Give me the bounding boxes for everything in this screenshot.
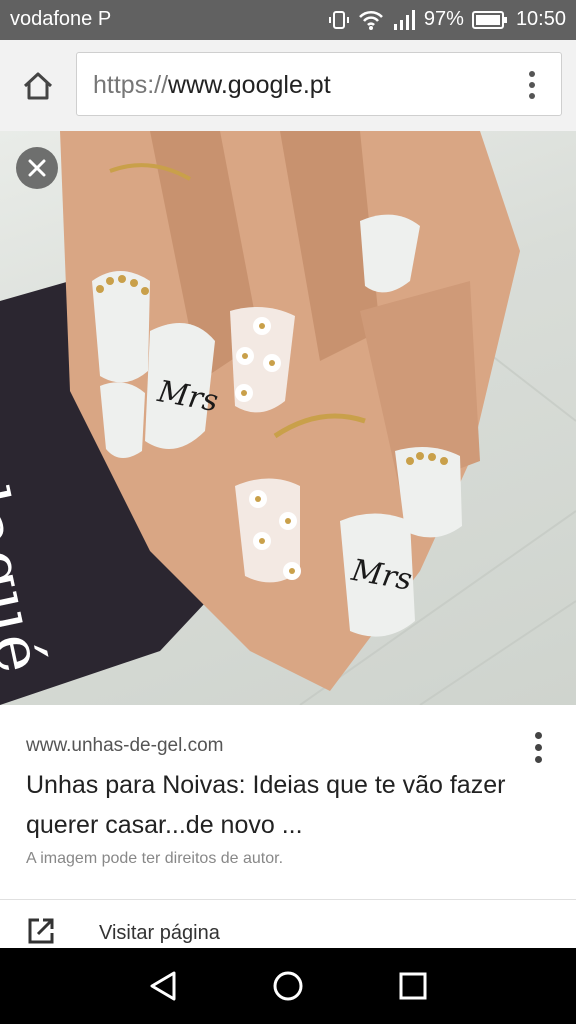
signal-icon [392, 9, 416, 31]
nail-photo: Mrs Mrs [0, 131, 576, 705]
copyright-notice: A imagem pode ter direitos de autor. [26, 850, 284, 867]
open-external-icon [26, 916, 56, 951]
result-domain[interactable]: www.unhas-de-gel.com [26, 735, 223, 757]
browser-toolbar: https://www.google.pt [0, 40, 576, 132]
carrier-name: vodafone P [10, 8, 112, 30]
system-navigation-bar [0, 948, 576, 1024]
image-result-info: www.unhas-de-gel.com Unhas para Noivas: … [0, 705, 576, 900]
clock: 10:50 [515, 8, 566, 30]
back-icon [150, 971, 176, 1001]
vibrate-icon [328, 9, 350, 31]
result-more-button[interactable] [526, 727, 550, 767]
home-button[interactable] [18, 66, 58, 106]
battery-percent: 97% [423, 8, 464, 30]
address-bar[interactable]: https://www.google.pt [76, 52, 562, 116]
image-preview[interactable]: Mrs Mrs laqué [0, 131, 576, 705]
home-nav-button[interactable] [268, 966, 308, 1006]
wifi-icon [358, 9, 384, 31]
home-circle-icon [273, 971, 303, 1001]
url-host: www.google.pt [168, 71, 331, 99]
visit-page-button[interactable]: Visitar página [0, 900, 576, 948]
status-bar: vodafone P 97% 10:50 [0, 0, 576, 40]
close-image-button[interactable] [16, 147, 58, 189]
recents-button[interactable] [393, 966, 433, 1006]
visit-page-label: Visitar página [99, 922, 220, 944]
browser-menu-button[interactable] [515, 65, 549, 105]
home-icon [23, 72, 53, 100]
result-title[interactable]: Unhas para Noivas: Ideias que te vão faz… [26, 765, 516, 845]
back-button[interactable] [143, 966, 183, 1006]
battery-icon [471, 10, 508, 30]
url-text: https://www.google.pt [93, 71, 331, 100]
url-scheme: https:// [93, 71, 169, 99]
status-icons: 97% 10:50 [328, 8, 566, 31]
recents-icon [399, 972, 427, 1000]
close-icon [28, 159, 46, 177]
